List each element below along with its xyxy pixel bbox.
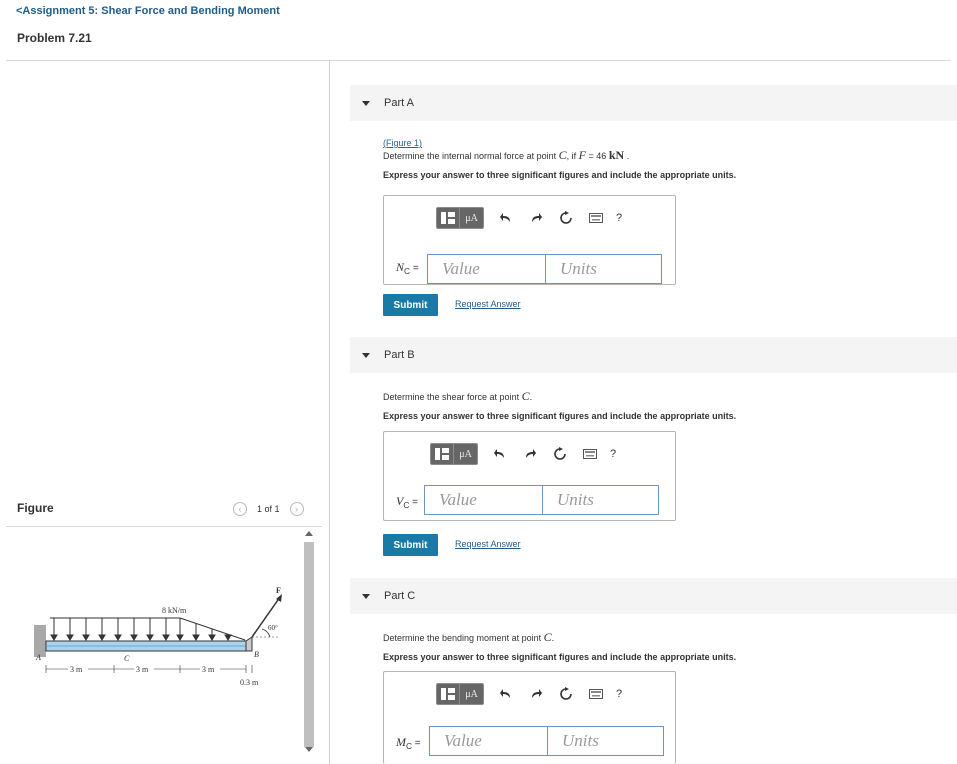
chevron-left-icon[interactable]: ‹ xyxy=(233,502,247,516)
part-c-answer-box: μA ? MC = Value Units xyxy=(383,671,676,764)
dimension-label-4: 0.3 m xyxy=(240,678,259,687)
caret-down-icon xyxy=(362,593,370,599)
math-toolbar: μA ? xyxy=(436,207,622,229)
part-a-title: Part A xyxy=(384,97,414,109)
point-a-label: A xyxy=(35,653,41,662)
problem-title: Problem 7.21 xyxy=(17,31,92,45)
part-a-header[interactable]: Part A xyxy=(350,85,957,121)
part-b-question: Determine the shear force at point C. xyxy=(383,389,533,403)
reset-icon[interactable] xyxy=(558,686,574,702)
figure-label: Figure xyxy=(17,501,54,515)
reset-icon[interactable] xyxy=(558,210,574,226)
scroll-thumb[interactable] xyxy=(304,542,314,747)
part-a-answer-box: μA ? NC = Value Units xyxy=(383,195,676,285)
units-mu-button[interactable]: μA xyxy=(459,208,483,228)
part-c-variable-label: MC = xyxy=(396,735,421,751)
part-c-title: Part C xyxy=(384,590,416,602)
part-b-variable-label: VC = xyxy=(396,494,418,510)
keyboard-icon[interactable] xyxy=(588,210,604,226)
angle-label: 60° xyxy=(268,624,278,632)
figure-navigation: ‹ 1 of 1 › xyxy=(233,502,304,516)
undo-icon[interactable] xyxy=(498,686,514,702)
back-to-assignment-link[interactable]: <Assignment 5: Shear Force and Bending M… xyxy=(16,5,280,17)
part-b-title: Part B xyxy=(384,349,415,361)
reset-icon[interactable] xyxy=(552,446,568,462)
help-button[interactable]: ? xyxy=(610,448,616,460)
figure-counter: 1 of 1 xyxy=(257,504,280,514)
figure-link[interactable]: (Figure 1) xyxy=(383,138,422,148)
part-b-units-input[interactable]: Units xyxy=(542,485,659,515)
redo-icon[interactable] xyxy=(522,446,538,462)
scroll-down-icon[interactable] xyxy=(305,747,313,752)
part-b-answer-box: μA ? VC = Value Units xyxy=(383,431,676,521)
part-a-variable-label: NC = xyxy=(396,260,419,276)
help-button[interactable]: ? xyxy=(616,212,622,224)
template-grid-icon[interactable] xyxy=(437,684,459,704)
dimension-label-2: 3 m xyxy=(136,665,149,674)
point-c-label: C xyxy=(124,654,130,663)
part-a-question: Determine the internal normal force at p… xyxy=(383,148,630,162)
scroll-up-icon[interactable] xyxy=(305,531,313,536)
figure-scrollbar[interactable] xyxy=(303,531,315,761)
load-arrows xyxy=(50,618,232,641)
part-a-instruction: Express your answer to three significant… xyxy=(383,170,737,180)
redo-icon[interactable] xyxy=(528,210,544,226)
caret-down-icon xyxy=(362,352,370,358)
help-button[interactable]: ? xyxy=(616,688,622,700)
keyboard-icon[interactable] xyxy=(588,686,604,702)
dimension-label-1: 3 m xyxy=(70,665,83,674)
beam-end xyxy=(245,636,253,652)
part-b-header[interactable]: Part B xyxy=(350,337,957,373)
undo-icon[interactable] xyxy=(498,210,514,226)
part-a-request-answer-link[interactable]: Request Answer xyxy=(455,299,521,309)
template-grid-icon[interactable] xyxy=(431,444,453,464)
part-a-units-input[interactable]: Units xyxy=(545,254,662,284)
part-a-submit-button[interactable]: Submit xyxy=(383,294,438,316)
force-label: F xyxy=(276,586,281,595)
point-b-label: B xyxy=(254,650,259,659)
undo-icon[interactable] xyxy=(492,446,508,462)
keyboard-icon[interactable] xyxy=(582,446,598,462)
part-b-instruction: Express your answer to three significant… xyxy=(383,411,737,421)
beam-figure: 8 kN/m F 60° A B C 3 m 3 m 3 m 0.3 m xyxy=(34,586,282,687)
figure-divider xyxy=(6,526,322,527)
template-button-group: μA xyxy=(430,443,478,465)
math-toolbar: μA ? xyxy=(436,683,622,705)
units-mu-button[interactable]: μA xyxy=(459,684,483,704)
load-label: 8 kN/m xyxy=(162,606,187,615)
part-b-value-input[interactable]: Value xyxy=(424,485,543,515)
column-divider xyxy=(329,60,330,764)
part-b-request-answer-link[interactable]: Request Answer xyxy=(455,539,521,549)
part-c-question: Determine the bending moment at point C. xyxy=(383,630,555,644)
caret-down-icon xyxy=(362,100,370,106)
part-c-value-input[interactable]: Value xyxy=(429,726,548,756)
template-grid-icon[interactable] xyxy=(437,208,459,228)
part-a-value-input[interactable]: Value xyxy=(427,254,546,284)
template-button-group: μA xyxy=(436,683,484,705)
part-c-instruction: Express your answer to three significant… xyxy=(383,652,737,662)
redo-icon[interactable] xyxy=(528,686,544,702)
header-divider xyxy=(6,60,951,61)
chevron-right-icon[interactable]: › xyxy=(289,502,304,516)
part-c-units-input[interactable]: Units xyxy=(547,726,664,756)
math-toolbar: μA ? xyxy=(430,443,616,465)
template-button-group: μA xyxy=(436,207,484,229)
part-b-submit-button[interactable]: Submit xyxy=(383,534,438,556)
dimension-label-3: 3 m xyxy=(202,665,215,674)
units-mu-button[interactable]: μA xyxy=(453,444,477,464)
part-c-header[interactable]: Part C xyxy=(350,578,957,614)
